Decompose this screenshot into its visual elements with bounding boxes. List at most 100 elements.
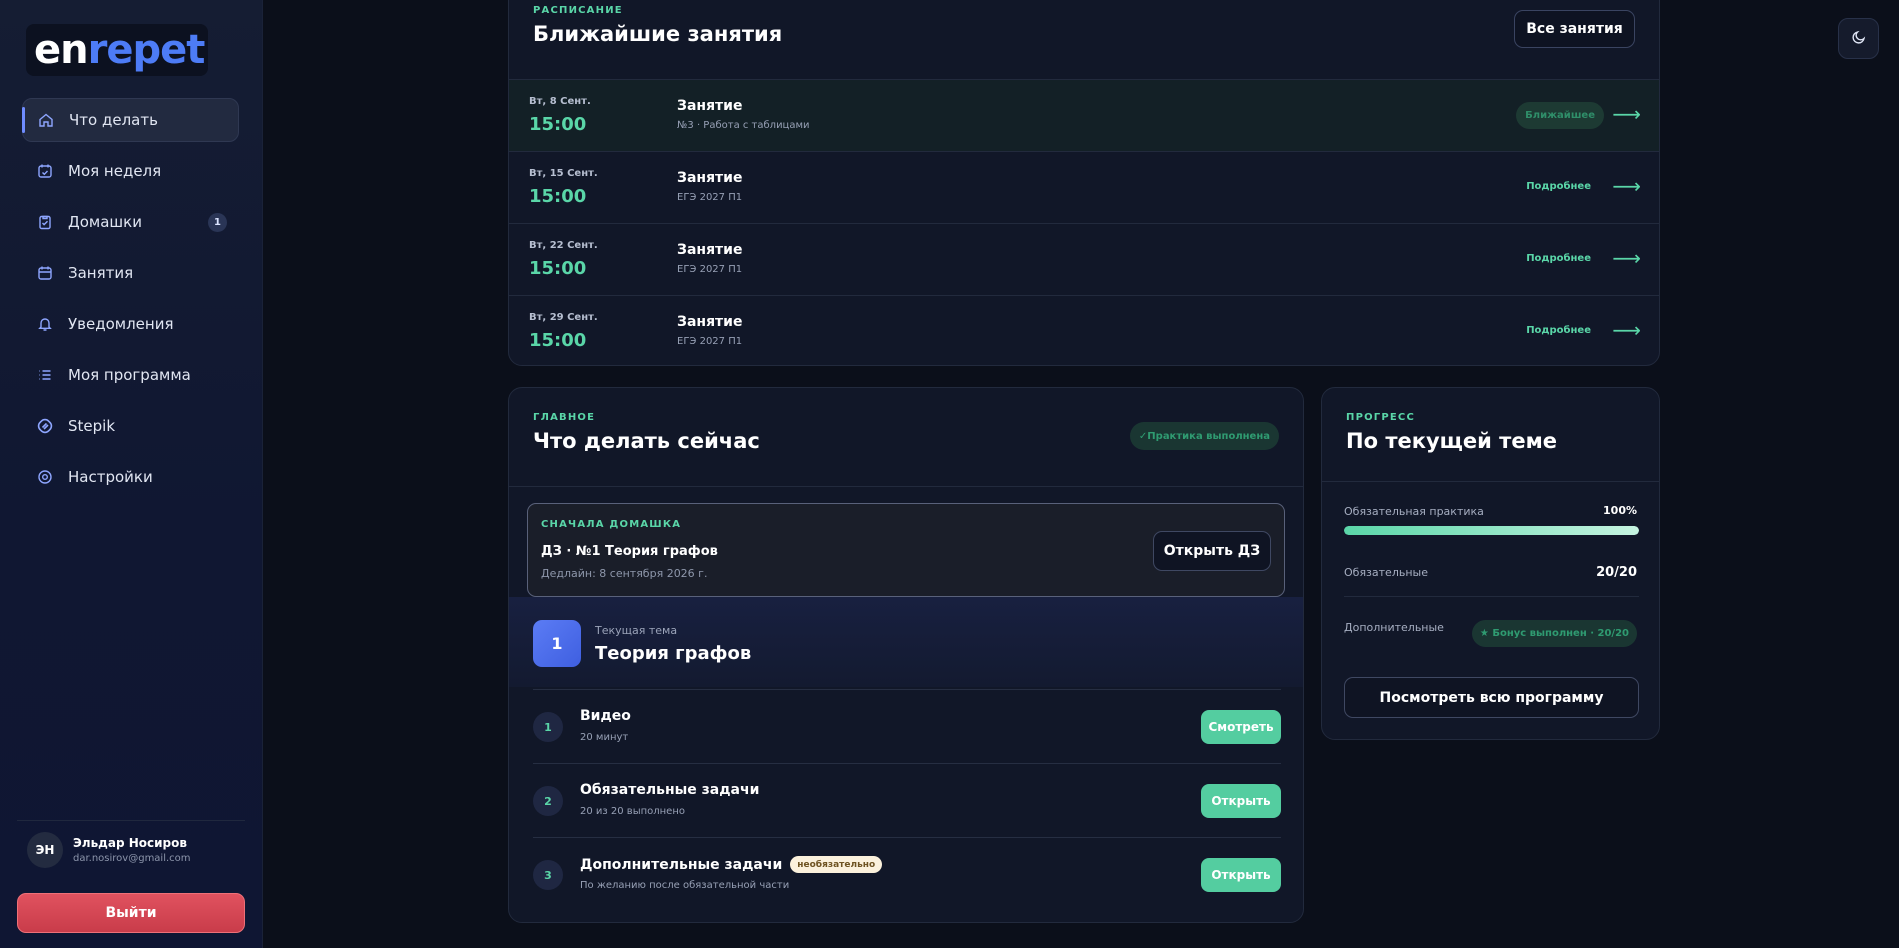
task-number: 3: [533, 860, 563, 890]
logo-part-en: en: [34, 27, 89, 73]
task-item: 2 Обязательные задачи 20 из 20 выполнено…: [533, 763, 1281, 837]
lesson-name: Занятие: [677, 170, 743, 186]
lesson-time: 15:00: [529, 186, 587, 207]
sidebar-item-label: Моя неделя: [68, 162, 162, 180]
lesson-row[interactable]: Вт, 22 Сент. 15:00 Занятие ЕГЭ 2027 П1 П…: [509, 223, 1659, 295]
divider: [509, 486, 1303, 487]
sidebar-item-label: Моя программа: [68, 366, 191, 384]
bell-icon: [36, 315, 54, 333]
lesson-subtitle: №3 · Работа с таблицами: [677, 120, 810, 131]
homework-deadline: Дедлайн: 8 сентября 2026 г.: [541, 567, 708, 580]
sidebar-item-notifications[interactable]: Уведомления: [22, 302, 239, 346]
settings-icon: [36, 468, 54, 486]
homework-eyebrow: СНАЧАЛА ДОМАШКА: [541, 519, 682, 530]
open-homework-button[interactable]: Открыть ДЗ: [1153, 531, 1271, 571]
sidebar-item-stepik[interactable]: Stepik: [22, 404, 239, 448]
task-title: Обязательные задачи: [580, 782, 759, 798]
arrow-right-icon[interactable]: ⟶: [1612, 246, 1641, 270]
progress-card: ПРОГРЕСС По текущей теме Обязательная пр…: [1321, 387, 1660, 740]
user-profile[interactable]: ЭН Эльдар Носиров dar.nosirov@gmail.com: [17, 820, 245, 878]
sidebar-item-my-week[interactable]: Моя неделя: [22, 149, 239, 193]
task-subtitle: По желанию после обязательной части: [580, 880, 790, 891]
sidebar-item-label: Настройки: [68, 468, 153, 486]
sidebar-item-label: Уведомления: [68, 315, 174, 333]
details-link[interactable]: Подробнее: [1526, 181, 1591, 192]
homework-title: ДЗ · №1 Теория графов: [541, 544, 718, 559]
logo[interactable]: enrepet: [26, 24, 208, 76]
lesson-subtitle: ЕГЭ 2027 П1: [677, 264, 743, 275]
main-eyebrow: ГЛАВНОЕ: [533, 412, 596, 423]
theme-toggle-button[interactable]: [1838, 18, 1879, 59]
progress-eyebrow: ПРОГРЕСС: [1346, 412, 1416, 423]
calendar-check-icon: [36, 162, 54, 180]
sidebar-item-label: Stepik: [68, 417, 116, 435]
avatar: ЭН: [27, 831, 63, 868]
user-name: Эльдар Носиров: [73, 835, 187, 850]
list-icon: [36, 366, 54, 384]
lesson-date: Вт, 15 Сент.: [529, 168, 598, 179]
arrow-right-icon[interactable]: ⟶: [1612, 318, 1641, 342]
sidebar-item-lessons[interactable]: Занятия: [22, 251, 239, 295]
moon-icon: [1851, 29, 1867, 49]
topic-number: 1: [533, 620, 581, 667]
arrow-right-icon[interactable]: ⟶: [1612, 174, 1641, 198]
sidebar-item-todo[interactable]: Что делать: [22, 98, 239, 142]
task-item: 3 Дополнительные задачи необязательно По…: [533, 837, 1281, 911]
sidebar: enrepet Что делать Моя неделя Домашки 1: [0, 0, 263, 948]
logo-part-repet: repet: [87, 27, 206, 73]
task-title-text: Обязательные задачи: [580, 782, 760, 798]
lesson-row[interactable]: Вт, 29 Сент. 15:00 Занятие ЕГЭ 2027 П1 П…: [509, 295, 1659, 365]
extra-label: Дополнительные: [1344, 621, 1444, 634]
lesson-row[interactable]: Вт, 15 Сент. 15:00 Занятие ЕГЭ 2027 П1 П…: [509, 151, 1659, 223]
stepik-icon: [36, 417, 54, 435]
open-required-tasks-button[interactable]: Открыть: [1201, 784, 1281, 818]
divider: [1344, 596, 1639, 597]
progress-title: По текущей теме: [1346, 429, 1557, 453]
clipboard-icon: [36, 213, 54, 231]
sidebar-item-homework[interactable]: Домашки 1: [22, 200, 239, 244]
practice-label: Обязательная практика: [1344, 505, 1484, 518]
watch-video-button[interactable]: Смотреть: [1201, 710, 1281, 744]
lesson-date: Вт, 29 Сент.: [529, 312, 598, 323]
lesson-row[interactable]: Вт, 8 Сент. 15:00 Занятие №3 · Работа с …: [509, 79, 1659, 151]
homework-callout: СНАЧАЛА ДОМАШКА ДЗ · №1 Теория графов Де…: [527, 503, 1285, 597]
task-subtitle: 20 из 20 выполнено: [580, 806, 685, 817]
lesson-time: 15:00: [529, 258, 587, 279]
task-number: 2: [533, 786, 563, 816]
current-topic: 1 Текущая тема Теория графов: [509, 597, 1303, 687]
main-title: Что делать сейчас: [533, 429, 760, 453]
arrow-right-icon[interactable]: ⟶: [1612, 102, 1641, 126]
practice-progress-bar: [1344, 526, 1639, 535]
all-lessons-button[interactable]: Все занятия: [1514, 10, 1635, 48]
nearest-badge: Ближайшее: [1516, 102, 1604, 129]
lesson-subtitle: ЕГЭ 2027 П1: [677, 336, 743, 347]
task-subtitle: 20 минут: [580, 732, 629, 743]
sidebar-item-my-program[interactable]: Моя программа: [22, 353, 239, 397]
sidebar-nav: Что делать Моя неделя Домашки 1 Занятия: [22, 98, 239, 506]
optional-badge: необязательно: [790, 856, 883, 873]
open-extra-tasks-button[interactable]: Открыть: [1201, 858, 1281, 892]
homework-count-badge: 1: [208, 213, 227, 232]
task-title: Видео: [580, 708, 631, 724]
lesson-time: 15:00: [529, 114, 587, 135]
logout-button[interactable]: Выйти: [17, 893, 245, 933]
view-program-button[interactable]: Посмотреть всю программу: [1344, 677, 1639, 718]
bonus-done-badge: ★ Бонус выполнен · 20/20: [1471, 620, 1637, 647]
divider: [1322, 481, 1659, 482]
details-link[interactable]: Подробнее: [1526, 325, 1591, 336]
required-label: Обязательные: [1344, 566, 1428, 579]
required-value: 20/20: [1596, 565, 1637, 580]
lesson-name: Занятие: [677, 98, 743, 114]
sidebar-item-label: Что делать: [69, 111, 158, 129]
lesson-time: 15:00: [529, 330, 587, 351]
lesson-date: Вт, 22 Сент.: [529, 240, 598, 251]
sidebar-item-settings[interactable]: Настройки: [22, 455, 239, 499]
details-link[interactable]: Подробнее: [1526, 253, 1591, 264]
calendar-icon: [36, 264, 54, 282]
todo-now-card: ГЛАВНОЕ Что делать сейчас ✓Практика выпо…: [508, 387, 1304, 923]
practice-value: 100%: [1603, 504, 1637, 517]
schedule-card: РАСПИСАНИЕ Ближайшие занятия Все занятия…: [508, 0, 1660, 366]
sidebar-item-label: Домашки: [68, 213, 142, 231]
task-title-text: Видео: [580, 708, 631, 724]
task-title: Дополнительные задачи необязательно: [580, 856, 883, 873]
